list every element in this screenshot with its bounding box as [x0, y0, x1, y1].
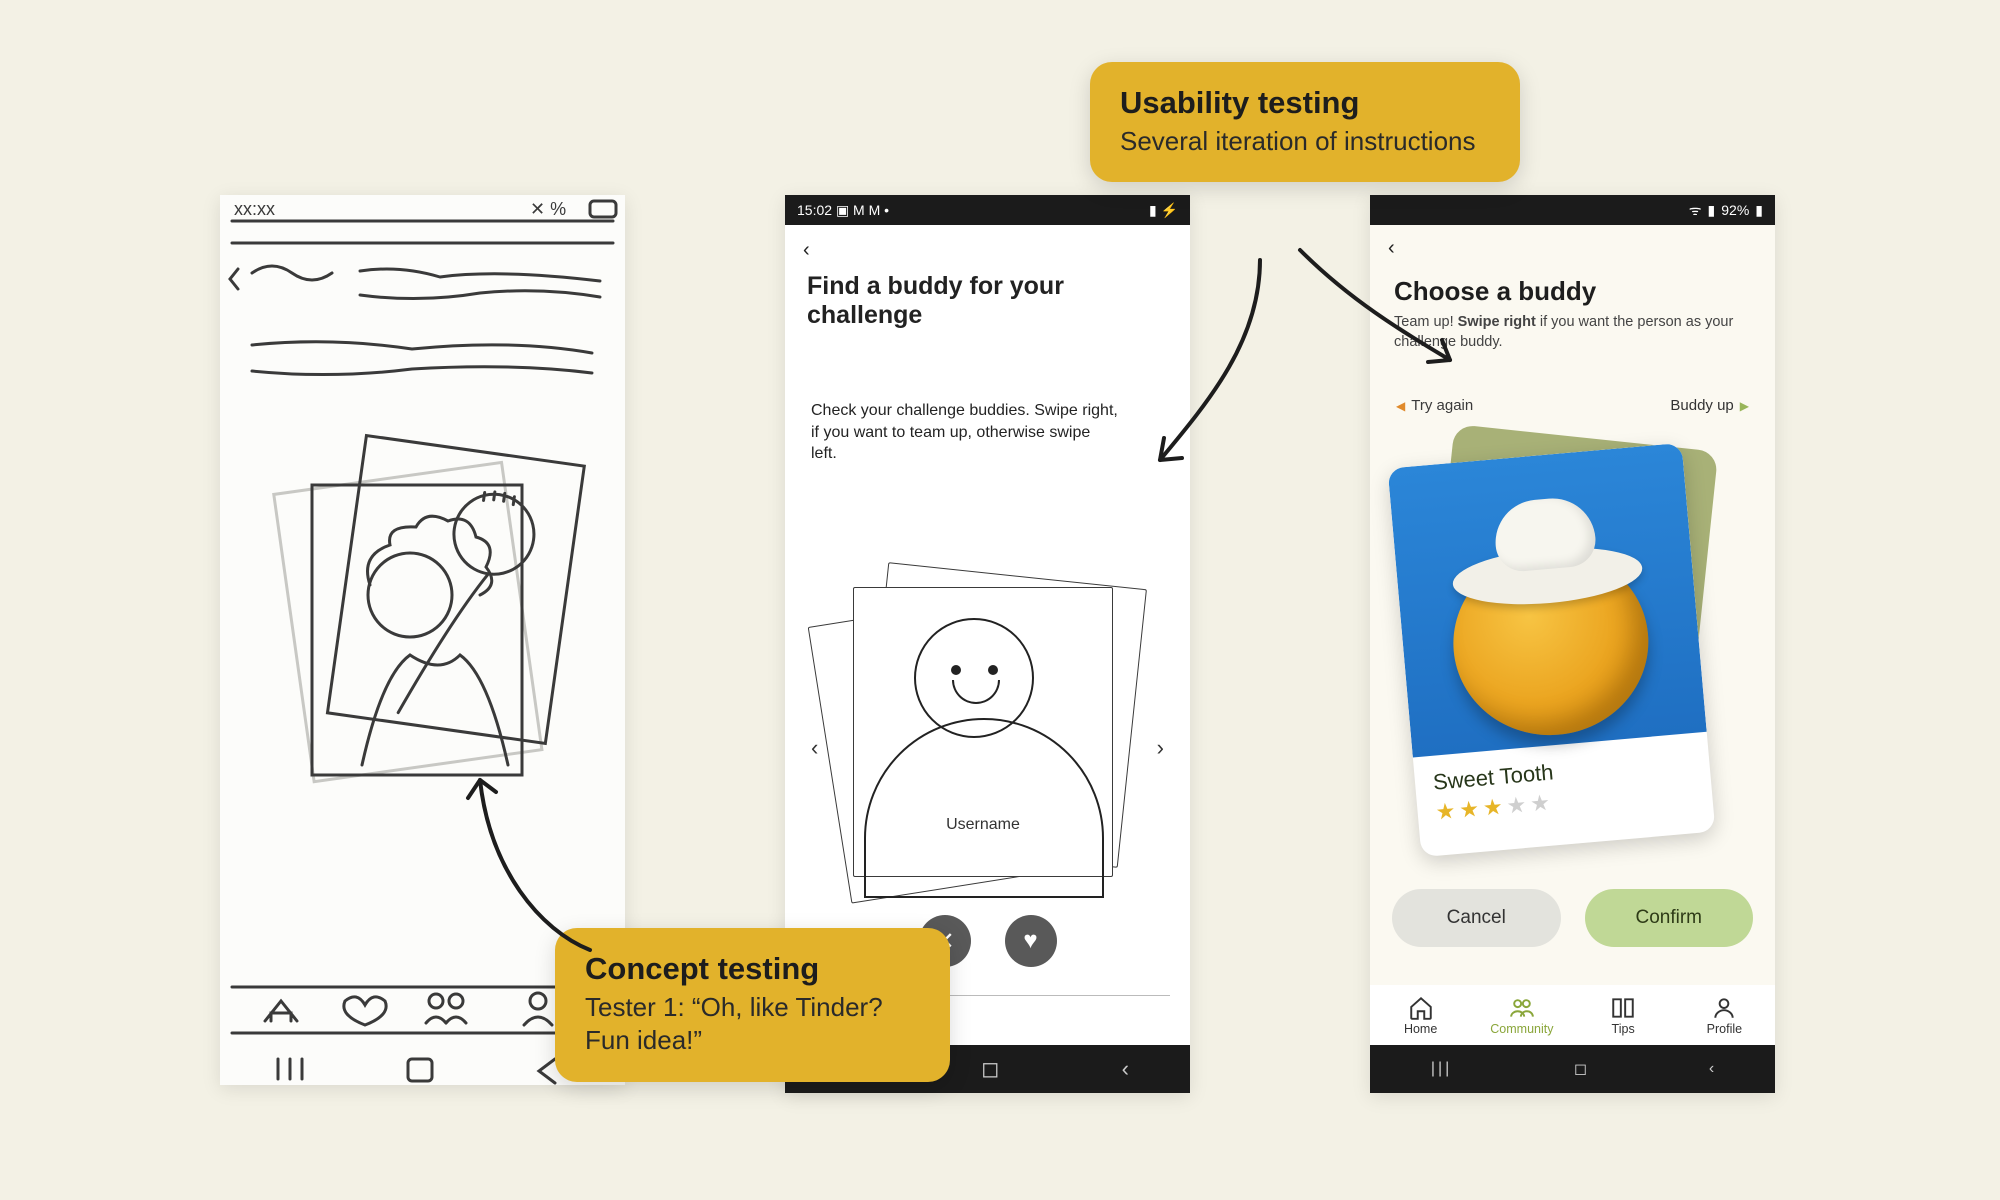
sketch-status-left: xx:xx	[234, 199, 275, 219]
battery-text: 92%	[1721, 202, 1749, 218]
tab-profile[interactable]: Profile	[1674, 985, 1775, 1045]
nav-back-icon[interactable]: ‹	[1709, 1060, 1714, 1078]
status-battery-icon: ▮ ⚡	[1149, 202, 1178, 219]
callout-usability-testing: Usability testing Several iteration of i…	[1090, 62, 1520, 182]
tab-home[interactable]: Home	[1370, 985, 1471, 1045]
callout-heading: Usability testing	[1120, 84, 1490, 121]
callout-body: Several iteration of instructions	[1120, 125, 1490, 158]
tab-tips[interactable]: Tips	[1573, 985, 1674, 1045]
confirm-button[interactable]: Confirm	[1585, 889, 1754, 947]
hat-graphic	[1445, 479, 1645, 615]
chevron-left-icon[interactable]: ‹	[811, 735, 818, 761]
callout-concept-testing: Concept testing Tester 1: “Oh, like Tind…	[555, 928, 950, 1082]
screen-title: Choose a buddy	[1370, 260, 1775, 307]
status-time: 15:02	[797, 202, 832, 218]
back-button[interactable]: ‹	[1370, 225, 1775, 260]
buddy-card-stack[interactable]: Sweet Tooth ★★★★★	[1406, 429, 1736, 849]
screen-subtitle: Team up! Swipe right if you want the per…	[1370, 307, 1775, 352]
back-button[interactable]: ‹	[785, 225, 1190, 262]
buddy-photo	[1388, 443, 1707, 758]
wifi-icon: ᯤ	[1689, 201, 1702, 220]
status-bar: ᯤ ▮ 92% ▮	[1370, 195, 1775, 225]
cancel-button[interactable]: Cancel	[1392, 889, 1561, 947]
instruction-text: Check your challenge buddies. Swipe righ…	[785, 330, 1145, 465]
callout-body: Tester 1: “Oh, like Tinder? Fun idea!”	[585, 991, 920, 1058]
hint-try-again: Try again	[1396, 397, 1473, 414]
tab-community[interactable]: Community	[1471, 985, 1572, 1045]
hifi-mockup: ᯤ ▮ 92% ▮ ‹ Choose a buddy Team up! Swip…	[1370, 195, 1775, 1093]
screen-title: Find a buddy for your challenge	[785, 262, 1190, 330]
android-nav-bar: ||| ◻ ‹	[1370, 1045, 1775, 1093]
buddy-card[interactable]: Sweet Tooth ★★★★★	[1388, 443, 1716, 857]
battery-icon: ▮	[1755, 202, 1763, 219]
bottom-tab-bar: Home Community Tips Profile	[1370, 985, 1775, 1045]
nav-recent-icon[interactable]: |||	[1431, 1060, 1452, 1078]
status-app-icons: ▣ M M •	[836, 202, 889, 218]
nav-back-icon[interactable]: ‹	[1122, 1056, 1129, 1082]
hint-buddy-up: Buddy up	[1670, 397, 1749, 414]
nav-home-icon[interactable]: ◻	[1574, 1059, 1587, 1079]
card-username: Username	[854, 816, 1112, 834]
nav-home-icon[interactable]: ◻	[981, 1056, 999, 1082]
like-button[interactable]: ♥	[1005, 915, 1057, 967]
buddy-card-stack[interactable]: Username	[833, 565, 1143, 895]
status-bar: 15:02 ▣ M M • ▮ ⚡	[785, 195, 1190, 225]
signal-icon: ▮	[1708, 202, 1716, 219]
chevron-right-icon[interactable]: ›	[1157, 735, 1164, 761]
sketch-status-right: ✕ %	[530, 199, 566, 219]
callout-heading: Concept testing	[585, 950, 920, 987]
